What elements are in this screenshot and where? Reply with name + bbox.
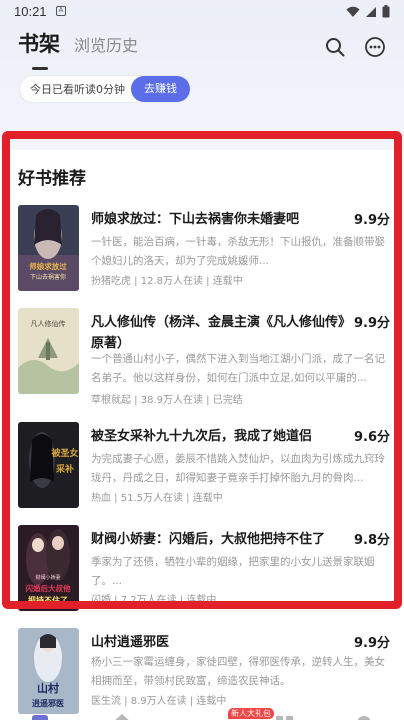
top-actions <box>324 36 386 58</box>
book-meta: 医生流 | 8.9万人在读 | 连载中 <box>91 696 227 707</box>
book-cover-subtitle: 逍遥邪医 <box>32 698 64 708</box>
book-score: 9.9分 <box>353 636 390 651</box>
highlight-box <box>2 131 402 609</box>
book-cover-title: 山村 <box>37 681 59 695</box>
bottom-nav-icons <box>32 714 371 720</box>
status-icons <box>346 5 390 18</box>
book-status: 连载中 <box>196 696 227 707</box>
book-author: 医生流 <box>91 696 121 707</box>
more-icon[interactable] <box>364 36 386 58</box>
wifi-icon <box>346 6 360 17</box>
status-time: 10:21 <box>14 4 47 19</box>
tab-indicator <box>32 67 48 70</box>
battery-icon <box>382 5 390 18</box>
earn-money-button[interactable]: 去赚钱 <box>131 76 190 102</box>
top-tabs: 书架 浏览历史 <box>18 28 138 58</box>
reading-time-pill: 今日已看听读0分钟 去赚钱 <box>20 76 190 102</box>
reading-time-text: 今日已看听读0分钟 <box>30 83 125 96</box>
book-item[interactable]: 山村 逍遥邪医 山村逍遥邪医 9.9分 杨小三一家霉运缠身，家徒四壁，得邪医传承… <box>18 628 390 718</box>
book-cover-art: 山村 逍遥邪医 <box>18 628 79 714</box>
book-description: 杨小三一家霉运缠身，家徒四壁，得邪医传承，逆转人生，美女相拥而至，带领村民致富，… <box>91 656 385 687</box>
notification-a-icon: A <box>56 6 66 16</box>
tab-history[interactable]: 浏览历史 <box>74 32 138 58</box>
signal-icon <box>366 6 376 17</box>
new-user-gift-badge[interactable]: 新人大礼包 <box>228 708 274 719</box>
status-bar: 10:21 A <box>0 0 404 24</box>
search-icon[interactable] <box>324 36 346 58</box>
tab-bookshelf[interactable]: 书架 <box>18 28 60 58</box>
book-cover[interactable]: 山村 逍遥邪医 <box>18 628 79 714</box>
book-title[interactable]: 山村逍遥邪医 <box>91 632 345 653</box>
bottom-nav <box>0 708 404 720</box>
book-readers: 8.9万人在读 <box>130 696 187 707</box>
header-area: 10:21 A 书架 浏览历史 今日已看听读0分钟 去赚钱 <box>0 0 404 150</box>
